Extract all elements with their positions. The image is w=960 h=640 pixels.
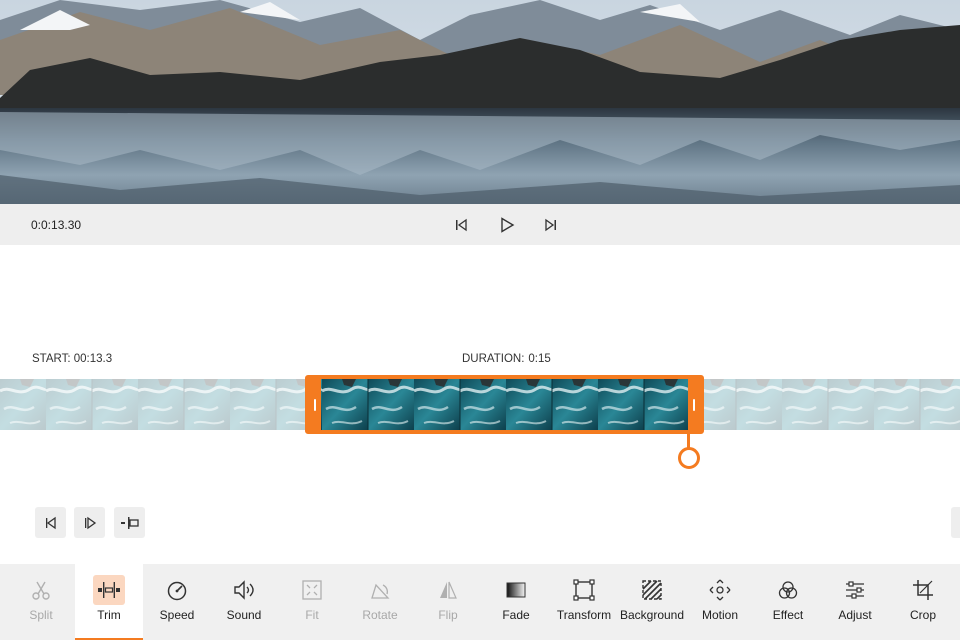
duration-label: DURATION: 0:15 [462,353,551,365]
effect-circles-icon [775,577,801,603]
tool-label: Split [29,608,53,622]
skip-forward-icon [545,218,556,232]
step-forward-frame-button[interactable] [74,507,105,538]
skip-back-icon [456,218,467,232]
tool-label: Trim [97,608,121,622]
video-preview[interactable] [0,0,960,204]
step-back-frame-icon [45,516,56,529]
step-forward-frame-icon [84,516,96,529]
motion-arrows-icon [707,577,733,603]
preview-image [0,0,960,204]
skip-forward-button[interactable] [541,215,561,235]
tool-adjust[interactable]: Adjust [821,564,889,640]
tool-speed[interactable]: Speed [143,564,211,640]
speaker-icon [231,577,257,603]
tool-label: Motion [701,608,739,622]
flip-icon [435,577,461,603]
tool-background[interactable]: Background [618,564,686,640]
tool-label: Speed [159,608,195,622]
speedometer-icon [164,577,190,603]
trimmed-out-right [704,379,960,430]
trim-selection[interactable] [305,375,704,434]
fade-gradient-icon [503,577,529,603]
trim-icon [93,575,125,605]
tool-label: Transform [556,608,612,622]
current-time: 0:0:13.30 [31,218,82,232]
tool-label: Sound [226,608,262,622]
skip-back-button[interactable] [451,215,471,235]
transform-box-icon [571,577,597,603]
tool-trim[interactable]: Trim [75,564,143,640]
duration-caption: DURATION: [462,353,525,365]
tool-split[interactable]: Split [7,564,75,640]
scissors-icon [28,577,54,603]
tool-sound[interactable]: Sound [210,564,278,640]
split-at-playhead-button[interactable] [114,507,145,538]
playhead-handle[interactable] [678,447,700,469]
edit-toolbar: Split Trim Speed Sound Fit Rotate Flip F… [0,564,960,640]
play-button[interactable] [497,215,517,235]
tool-transform[interactable]: Transform [550,564,618,640]
trim-handle-end[interactable] [688,379,700,430]
playhead-line [687,430,690,448]
rotate-icon [367,577,393,603]
tool-label: Effect [772,608,804,622]
tool-flip[interactable]: Flip [414,564,482,640]
grip-icon [314,398,316,411]
tool-rotate[interactable]: Rotate [346,564,414,640]
tool-label: Rotate [362,608,398,622]
trim-handle-start[interactable] [309,379,321,430]
tool-label: Flip [438,608,458,622]
background-hatch-icon [639,577,665,603]
trimmed-out-left [0,379,305,430]
play-icon [501,217,515,233]
tool-label: Background [619,608,685,622]
tool-fade[interactable]: Fade [482,564,550,640]
adjust-sliders-icon [842,577,868,603]
tool-label: Crop [909,608,936,622]
duration-value: 0:15 [528,353,551,365]
tool-label: Fade [502,608,530,622]
crop-icon [910,577,936,603]
start-label: START: 00:13.3 [32,353,113,365]
fit-frame-icon [299,577,325,603]
tool-label: Fit [305,608,319,622]
partial-button[interactable] [951,507,960,538]
step-back-frame-button[interactable] [35,507,66,538]
video-editor: 0:0:13.30 START: 00:13.3 DURATION:0:15 [0,0,960,640]
tool-crop[interactable]: Crop [889,564,957,640]
tool-motion[interactable]: Motion [686,564,754,640]
tool-fit[interactable]: Fit [278,564,346,640]
split-at-playhead-icon [120,516,139,529]
tool-effect[interactable]: Effect [754,564,822,640]
tool-label: Adjust [838,608,872,622]
player-bar: 0:0:13.30 [0,204,960,245]
grip-icon [693,398,695,411]
